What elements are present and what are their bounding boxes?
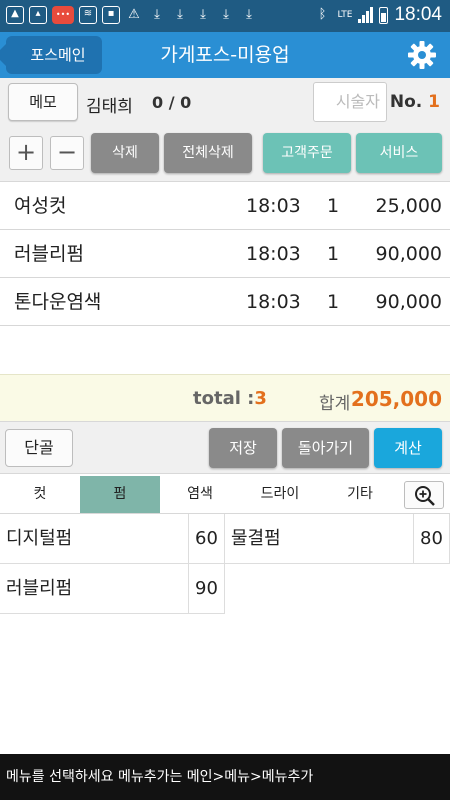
save-button[interactable]: 저장 xyxy=(209,428,277,468)
wifi-icon: ≋ xyxy=(79,6,97,24)
menu-item-name: 러블리펌 xyxy=(6,578,73,599)
zoom-in-icon xyxy=(415,486,435,506)
sum-label: 합계 xyxy=(319,394,351,414)
app-badge-icon: ••• xyxy=(52,6,74,24)
menu-item-name: 디지털펌 xyxy=(6,528,73,549)
delete-all-button[interactable]: 전체삭제 xyxy=(164,133,252,173)
plus-button[interactable]: + xyxy=(9,136,43,170)
order-item-time: 18:03 xyxy=(246,195,301,217)
order-item-time: 18:03 xyxy=(246,243,301,265)
go-back-button[interactable]: 돌아가기 xyxy=(282,428,369,468)
customer-name: 김태희 xyxy=(86,97,133,117)
delete-button[interactable]: 삭제 xyxy=(91,133,159,173)
order-item-name: 러블리펌 xyxy=(14,243,84,265)
menu-item-price: 80 xyxy=(413,514,449,564)
order-row[interactable]: 여성컷 18:03 1 25,000 xyxy=(0,182,450,230)
download-icon: ⤓ xyxy=(223,7,229,22)
lte-icon: LTE xyxy=(337,10,353,20)
order-item-qty: 1 xyxy=(327,243,340,265)
signal-icon xyxy=(358,7,374,23)
order-item-price: 90,000 xyxy=(375,243,442,265)
regular-customer-button[interactable]: 단골 xyxy=(5,429,73,467)
bluetooth-icon: ᛒ xyxy=(318,7,327,22)
warning-icon: ⚠ xyxy=(128,7,140,22)
clock: 18:04 xyxy=(394,4,442,25)
order-list: 여성컷 18:03 1 25,000 러블리펌 18:03 1 90,000 톤… xyxy=(0,182,450,326)
customer-row: 메모 김태희 0 / 0 시술자 No. 1 xyxy=(0,78,450,128)
order-item-name: 톤다운염색 xyxy=(14,291,102,313)
menu-item-price: 60 xyxy=(188,514,224,564)
order-number: No. 1 xyxy=(390,92,440,112)
image-icon: ▴ xyxy=(29,6,47,24)
order-row[interactable]: 러블리펌 18:03 1 90,000 xyxy=(0,230,450,278)
zoom-button[interactable] xyxy=(404,481,444,509)
minus-button[interactable]: − xyxy=(50,136,84,170)
customer-order-button[interactable]: 고객주문 xyxy=(263,133,351,173)
total-count-value: 3 xyxy=(254,388,267,409)
order-item-qty: 1 xyxy=(327,195,340,217)
visit-count: 0 / 0 xyxy=(152,93,192,112)
download-icon: ⤓ xyxy=(246,7,252,22)
menu-item-price: 90 xyxy=(188,564,224,614)
menu-item[interactable]: 디지털펌 60 xyxy=(0,514,225,564)
back-to-pos-main-button[interactable]: 포스메인 xyxy=(6,36,102,74)
tab-perm[interactable]: 펌 xyxy=(80,476,160,513)
gear-icon[interactable] xyxy=(406,39,438,71)
totals-bar: total :3 합계 205,000 xyxy=(0,374,450,422)
order-item-time: 18:03 xyxy=(246,291,301,313)
tab-cut[interactable]: 컷 xyxy=(0,476,80,513)
download-icon: ⤓ xyxy=(154,7,160,22)
menu-item[interactable]: 물결펌 80 xyxy=(225,514,450,564)
order-item-qty: 1 xyxy=(327,291,340,313)
notification-icons: ▲ ▴ ••• ≋ ▪ ⚠ ⤓ ⤓ ⤓ ⤓ ⤓ xyxy=(6,6,258,24)
battery-icon xyxy=(379,6,389,24)
gallery-icon: ▲ xyxy=(6,6,24,24)
total-count-label: total : xyxy=(193,388,255,409)
order-item-name: 여성컷 xyxy=(14,195,67,217)
tab-etc[interactable]: 기타 xyxy=(320,476,400,513)
app-header: 가게포스-미용업 포스메인 xyxy=(0,32,450,78)
status-bar: ▲ ▴ ••• ≋ ▪ ⚠ ⤓ ⤓ ⤓ ⤓ ⤓ ᛒ LTE 18:04 xyxy=(0,0,450,32)
service-button[interactable]: 서비스 xyxy=(356,133,442,173)
menu-item[interactable]: 러블리펌 90 xyxy=(0,564,225,614)
checkout-action-row: 단골 저장 돌아가기 계산 xyxy=(0,422,450,474)
download-icon: ⤓ xyxy=(177,7,183,22)
order-item-price: 90,000 xyxy=(375,291,442,313)
order-number-label: No. xyxy=(389,92,423,112)
back-button-label: 포스메인 xyxy=(30,46,86,64)
tab-dye[interactable]: 염색 xyxy=(160,476,240,513)
tab-dry[interactable]: 드라이 xyxy=(240,476,320,513)
sum-value: 205,000 xyxy=(350,387,442,411)
footer-message: 메뉴를 선택하세요 메뉴추가는 메인>메뉴>메뉴추가 xyxy=(0,754,450,800)
order-number-value: 1 xyxy=(428,92,440,112)
order-row[interactable]: 톤다운염색 18:03 1 90,000 xyxy=(0,278,450,326)
order-action-row: + − 삭제 전체삭제 고객주문 서비스 xyxy=(0,128,450,182)
download-icon: ⤓ xyxy=(200,7,206,22)
checkout-button[interactable]: 계산 xyxy=(374,428,442,468)
notification-icon: ▪ xyxy=(102,6,120,24)
category-tabs: 컷 펌 염색 드라이 기타 xyxy=(0,476,450,514)
staff-input[interactable]: 시술자 xyxy=(313,82,387,122)
menu-item-name: 물결펌 xyxy=(231,528,281,549)
total-count: total :3 xyxy=(193,388,267,409)
memo-button[interactable]: 메모 xyxy=(8,83,78,121)
order-item-price: 25,000 xyxy=(375,195,442,217)
